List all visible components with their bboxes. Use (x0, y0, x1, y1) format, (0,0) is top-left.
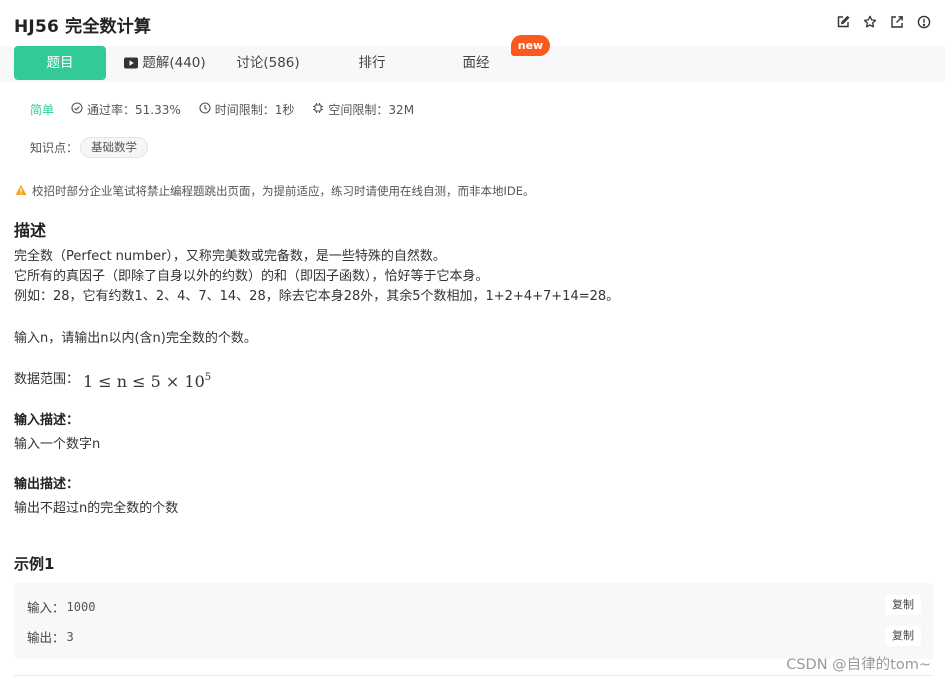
task-text: 输入n，请输出n以内(含n)完全数的个数。 (14, 331, 257, 346)
tab-ranking-label: 排行 (358, 55, 386, 71)
knowledge-label: 知识点： (30, 141, 79, 155)
time-limit-text: 时间限制：1秒 (214, 102, 295, 117)
knowledge-points: 知识点： 基础数学 (30, 137, 149, 158)
check-circle-icon (71, 101, 87, 117)
share-icon[interactable] (890, 15, 904, 29)
example-output-label: 输出： (27, 630, 65, 645)
input-desc-text: 输入一个数字n (14, 437, 101, 452)
data-range-label: 数据范围： (14, 372, 80, 387)
new-badge: new (511, 35, 550, 56)
tab-bar: 题目 题解(440) 讨论(586) 排行 面经 (0, 46, 945, 82)
output-desc-heading: 输出描述： (14, 477, 80, 492)
star-icon[interactable] (863, 15, 877, 29)
tab-interview[interactable]: 面经 (444, 46, 508, 80)
chip-icon (312, 102, 328, 117)
pass-rate-text: 通过率：51.33% (87, 102, 181, 117)
data-range: 数据范围： 1 ≤ n ≤ 5 × 105 (14, 368, 211, 392)
info-icon[interactable] (917, 15, 931, 29)
page-title: HJ56 完全数计算 (14, 17, 152, 37)
warning-text: 校招时部分企业笔试将禁止编程题跳出页面，为提前适应，练习时请使用在线自测，而非本… (32, 184, 535, 198)
data-range-exponent: 5 (204, 372, 212, 383)
example-input-row: 输入： 1000 (27, 597, 95, 616)
difficulty-label: 简单 (30, 102, 55, 117)
space-limit: 空间限制：32M (312, 101, 414, 118)
edit-icon[interactable] (836, 15, 850, 29)
copy-input-button[interactable]: 复制 (885, 595, 921, 615)
description-line-1: 完全数（Perfect number），又称完美数或完备数，是一些特殊的自然数。 (14, 249, 446, 264)
title-actions (836, 15, 931, 29)
example-input-value: 1000 (66, 599, 96, 614)
example-heading: 示例1 (14, 555, 55, 573)
output-desc-text: 输出不超过n的完全数的个数 (14, 501, 179, 516)
clock-icon (199, 101, 215, 117)
space-limit-text: 空间限制：32M (328, 102, 415, 117)
input-desc-heading: 输入描述： (14, 413, 80, 428)
example-output-value: 3 (66, 629, 74, 644)
tab-interview-label: 面经 (462, 55, 490, 71)
tab-discussion-label: 讨论(586) (236, 55, 300, 71)
copy-output-button[interactable]: 复制 (885, 626, 921, 646)
description-heading: 描述 (14, 221, 47, 240)
problem-meta: 简单 通过率：51.33% 时间限制：1秒 空间限制：32M (30, 100, 432, 118)
tab-discussion[interactable]: 讨论(586) (226, 46, 310, 80)
example-input-label: 输入： (27, 600, 65, 615)
description-line-2: 它所有的真因子（即除了自身以外的约数）的和（即因子函数），恰好等于它本身。 (14, 269, 489, 284)
tab-problem[interactable]: 题目 (14, 46, 106, 80)
example-output-row: 输出： 3 (27, 627, 74, 646)
video-icon (124, 48, 139, 82)
time-limit: 时间限制：1秒 (199, 101, 295, 118)
tab-problem-label: 题目 (46, 55, 74, 71)
tab-ranking[interactable]: 排行 (340, 46, 404, 80)
data-range-formula: 1 ≤ n ≤ 5 × 105 (83, 368, 211, 392)
example-box: 输入： 1000 复制 输出： 3 复制 (14, 583, 933, 659)
bottom-divider (14, 675, 933, 676)
description-line-3: 例如：28，它有约数1、2、4、7、14、28，除去它本身28外，其余5个数相加… (14, 289, 620, 304)
tab-solutions[interactable]: 题解(440) (118, 46, 212, 80)
pass-rate: 通过率：51.33% (71, 101, 181, 118)
watermark: CSDN @自律的tom~ (786, 657, 931, 673)
title-bar: HJ56 完全数计算 (0, 0, 945, 46)
tab-solutions-label: 题解(440) (142, 55, 206, 71)
warning-notice: 校招时部分企业笔试将禁止编程题跳出页面，为提前适应，练习时请使用在线自测，而非本… (15, 183, 535, 199)
data-range-math: 1 ≤ n ≤ 5 × 10 (83, 372, 205, 391)
knowledge-tag[interactable]: 基础数学 (80, 137, 149, 158)
warning-icon (15, 184, 32, 199)
